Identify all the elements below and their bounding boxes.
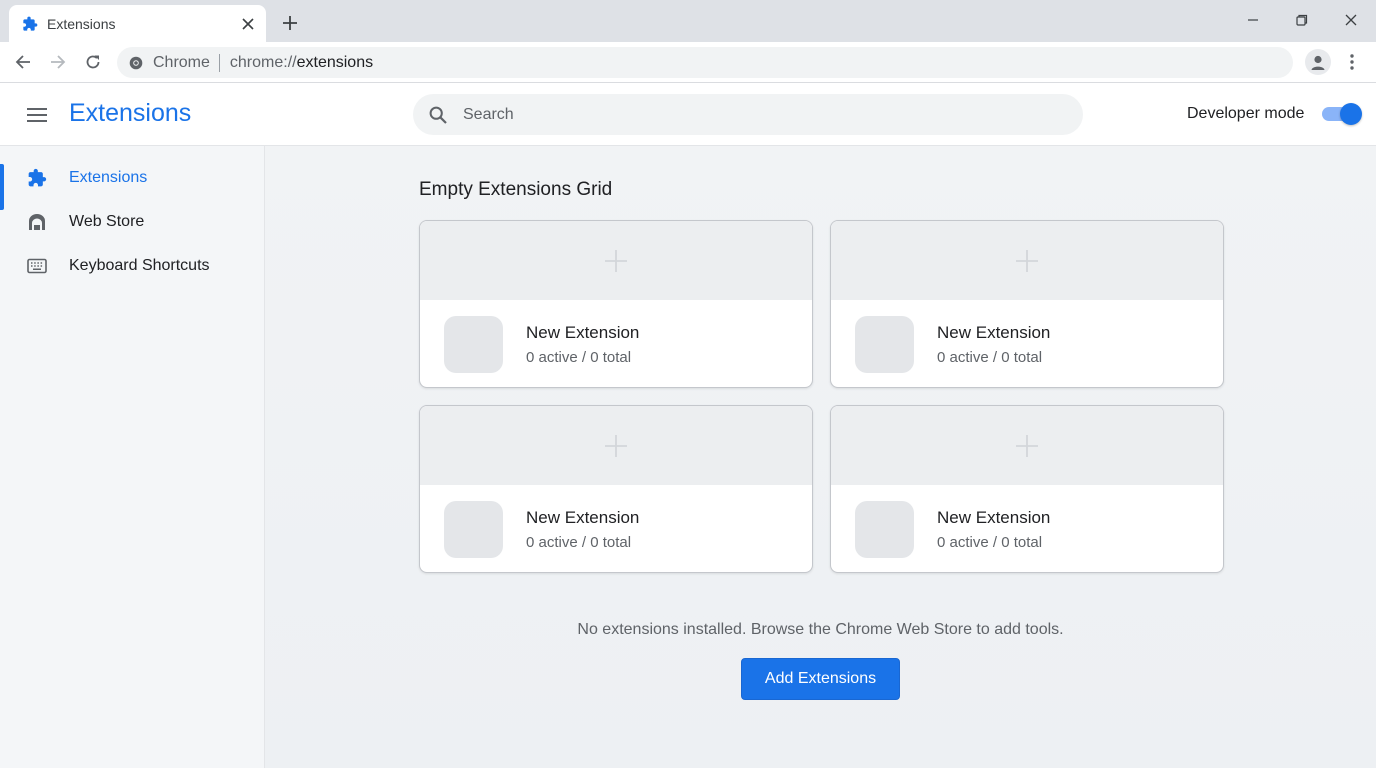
plus-icon [1016, 249, 1038, 272]
extension-meta: 0 active / 0 total [526, 349, 632, 366]
extension-thumbnail [444, 501, 503, 558]
extension-card[interactable]: New Extension 0 active / 0 total [830, 405, 1224, 573]
close-window-icon[interactable] [1341, 10, 1361, 30]
search-box[interactable] [413, 94, 1083, 135]
card-header [831, 406, 1223, 485]
sidebar: Extensions Web Store Keyboard Shortcuts [0, 146, 265, 768]
back-arrow-icon[interactable] [12, 51, 34, 73]
puzzle-icon [22, 16, 38, 32]
extension-thumbnail [855, 501, 914, 558]
empty-state-message: No extensions installed. Browse the Chro… [577, 621, 1064, 638]
search-input[interactable] [463, 105, 1043, 124]
tab-title: Extensions [47, 15, 116, 32]
grid-title: Empty Extensions Grid [419, 179, 613, 200]
extension-meta: 0 active / 0 total [937, 349, 1043, 366]
extension-name: New Extension [937, 323, 1051, 342]
plus-icon [605, 434, 627, 457]
close-tab-icon[interactable] [240, 16, 256, 32]
store-icon [27, 212, 47, 232]
omnibox-divider [218, 53, 220, 72]
extension-card[interactable]: New Extension 0 active / 0 total [419, 405, 813, 573]
reload-icon[interactable] [82, 51, 104, 73]
puzzle-icon [27, 168, 47, 188]
main-content: Empty Extensions Grid New Extension 0 ac… [265, 146, 1376, 768]
card-header [420, 406, 812, 485]
extension-name: New Extension [937, 508, 1051, 527]
minimize-window-icon[interactable] [1243, 10, 1263, 30]
url-scheme: chrome:// [229, 53, 297, 71]
add-extensions-button[interactable]: Add Extensions [741, 658, 900, 700]
card-header [831, 221, 1223, 300]
tab-strip: Extensions [0, 0, 1376, 42]
extension-name: New Extension [526, 508, 640, 527]
profile-avatar-icon[interactable] [1305, 49, 1331, 75]
sidebar-item-label: Web Store [69, 213, 145, 230]
browser-toolbar: Chrome chrome://extensions [0, 42, 1376, 83]
developer-mode-toggle[interactable] [1322, 103, 1362, 125]
extension-meta: 0 active / 0 total [526, 534, 632, 551]
plus-icon [605, 249, 627, 272]
toggle-knob [1340, 103, 1362, 125]
forward-arrow-icon[interactable] [47, 51, 69, 73]
menu-icon[interactable] [26, 104, 48, 126]
url-host: extensions [296, 53, 374, 71]
site-label: Chrome [153, 53, 210, 71]
extension-thumbnail [444, 316, 503, 373]
sidebar-item-label: Extensions [69, 169, 148, 186]
chrome-logo-icon [129, 56, 143, 70]
more-menu-icon[interactable] [1342, 51, 1362, 73]
browser-tab[interactable]: Extensions [9, 5, 266, 42]
card-header [420, 221, 812, 300]
search-icon [429, 106, 447, 124]
sidebar-item-extensions[interactable]: Extensions [0, 156, 264, 210]
plus-icon [1016, 434, 1038, 457]
sidebar-item-label: Keyboard Shortcuts [69, 257, 210, 274]
sidebar-item-web-store[interactable]: Web Store [0, 200, 264, 244]
page-title: Extensions [69, 99, 192, 127]
address-bar[interactable]: Chrome chrome://extensions [117, 47, 1293, 78]
developer-mode-label: Developer mode [1187, 105, 1305, 122]
extension-name: New Extension [526, 323, 640, 342]
extensions-header: Extensions Developer mode [0, 84, 1376, 146]
extension-card[interactable]: New Extension 0 active / 0 total [419, 220, 813, 388]
extension-card[interactable]: New Extension 0 active / 0 total [830, 220, 1224, 388]
new-tab-button[interactable] [280, 13, 300, 33]
extension-meta: 0 active / 0 total [937, 534, 1043, 551]
sidebar-item-keyboard-shortcuts[interactable]: Keyboard Shortcuts [0, 244, 264, 288]
keyboard-icon [27, 256, 47, 276]
restore-window-icon[interactable] [1292, 10, 1312, 30]
extension-thumbnail [855, 316, 914, 373]
